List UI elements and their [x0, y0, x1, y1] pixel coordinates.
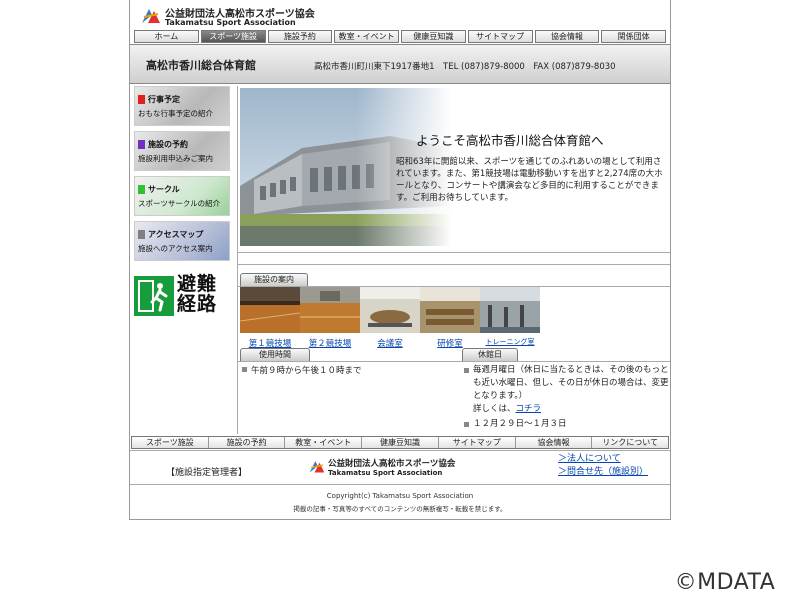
facility-arena-2[interactable]: 第２競技場 — [300, 287, 360, 349]
facility-label: 第２競技場 — [308, 339, 352, 349]
bullet-icon — [242, 367, 247, 372]
bottom-nav-about-links[interactable]: リンクについて — [592, 437, 669, 448]
nav-reservation[interactable]: 施設予約 — [267, 30, 333, 43]
meeting-room-photo — [360, 287, 420, 333]
welcome-text: 昭和63年に開館以来、スポーツを通じてのふれあいの場として利用されています。また… — [396, 157, 663, 203]
sidebar: 行事予定 おもな行事予定の紹介 施設の予約 施設利用申込みご案内 サークル スポ… — [134, 86, 232, 266]
holiday-new-year: １２月２９日〜１月３日 — [473, 419, 567, 429]
copy-notice-text: 掲載の記事・写真等のすべてのコンテンツの無断複写・転載を禁じます。 — [293, 505, 507, 513]
evacuation-route-label: 避難経路 — [177, 273, 218, 315]
sidebar-item-events[interactable]: 行事予定 おもな行事予定の紹介 — [134, 86, 230, 126]
nav-related-orgs[interactable]: 関係団体 — [601, 30, 666, 43]
green-square-icon — [138, 185, 145, 194]
arena-1-photo — [239, 287, 301, 333]
divider — [238, 361, 670, 362]
page-container: 公益財団法人高松市スポーツ協会 Takamatsu Sport Associat… — [129, 0, 671, 520]
designated-manager-label: 【施設指定管理者】 — [166, 468, 248, 478]
bullet-icon — [464, 368, 469, 373]
welcome-title: ようこそ高松市香川総合体育館へ — [416, 133, 604, 148]
association-logo-icon — [309, 461, 325, 473]
facility-label: 会議室 — [377, 339, 403, 349]
top-navigation: ホーム スポーツ施設 施設予約 教室・イベント 健康豆知識 サイトマップ 協会情… — [134, 30, 666, 43]
holiday-detail-link[interactable]: コチラ — [516, 404, 542, 414]
divider — [238, 264, 670, 265]
arena-2-photo — [300, 287, 360, 333]
purple-square-icon — [138, 140, 145, 149]
footer-links: ＞法人について ＞問合せ先（施設別） — [558, 453, 648, 479]
facility-label: トレーニング室 — [485, 338, 535, 346]
nav-sports-facilities[interactable]: スポーツ施設 — [200, 30, 266, 43]
red-square-icon — [138, 95, 145, 104]
sidebar-item-desc: おもな行事予定の紹介 — [138, 109, 213, 118]
facility-list: 第１競技場 第２競技場 会議室 研修室 トレーニング室 — [238, 287, 670, 349]
watermark: ©MDATA — [650, 566, 800, 600]
bottom-nav-sitemap[interactable]: サイトマップ — [438, 437, 516, 448]
sidebar-item-desc: 施設へのアクセス案内 — [138, 244, 213, 253]
nav-association-info[interactable]: 協会情報 — [534, 30, 600, 43]
footer-org-name: 公益財団法人高松市スポーツ協会 — [328, 459, 456, 469]
training-hall-photo — [420, 287, 480, 333]
facility-meeting-room[interactable]: 会議室 — [360, 287, 420, 349]
holiday-tab: 休館日 — [462, 348, 518, 361]
bullet-icon — [464, 422, 469, 427]
bottom-nav-association-info[interactable]: 協会情報 — [515, 437, 593, 448]
emergency-exit-icon — [134, 276, 174, 316]
association-logo-icon[interactable] — [140, 5, 162, 25]
training-room-photo — [480, 287, 540, 333]
divider — [238, 252, 670, 253]
facility-training-room[interactable]: トレーニング室 — [480, 287, 540, 346]
facility-training-hall[interactable]: 研修室 — [420, 287, 480, 349]
hours-tab: 使用時間 — [240, 348, 310, 361]
bottom-nav-reservation[interactable]: 施設の予約 — [208, 437, 286, 448]
sidebar-item-title: アクセスマップ — [148, 230, 204, 239]
about-corporation-link[interactable]: ＞法人について — [558, 454, 621, 464]
sidebar-item-desc: スポーツサークルの紹介 — [138, 199, 221, 208]
bottom-nav-classes-events[interactable]: 教室・イベント — [285, 437, 363, 448]
venue-name: 高松市香川総合体育館 — [146, 59, 256, 72]
bottom-navigation: スポーツ施設 施設の予約 教室・イベント 健康豆知識 サイトマップ 協会情報 リ… — [131, 436, 669, 449]
holiday-detail-prefix: 詳しくは、 — [473, 404, 516, 414]
welcome-section: ようこそ高松市香川総合体育館へ 昭和63年に開館以来、スポーツを通じてのふれあい… — [238, 86, 668, 248]
sidebar-item-title: サークル — [148, 185, 180, 194]
venue-title-bar: 高松市香川総合体育館 高松市香川町川東下1917番地1 TEL (087)879… — [130, 44, 670, 84]
hours-info: 午前９時から午後１０時まで — [242, 364, 362, 376]
sidebar-item-circles[interactable]: サークル スポーツサークルの紹介 — [134, 176, 230, 216]
sidebar-item-access-map[interactable]: アクセスマップ 施設へのアクセス案内 — [134, 221, 230, 261]
venue-address: 高松市香川町川東下1917番地1 TEL (087)879-8000 FAX (… — [314, 62, 616, 72]
org-name-en: Takamatsu Sport Association — [165, 18, 296, 27]
nav-home[interactable]: ホーム — [134, 30, 199, 43]
sidebar-item-reservation[interactable]: 施設の予約 施設利用申込みご案内 — [134, 131, 230, 171]
footer-org-name-en: Takamatsu Sport Association — [328, 469, 443, 477]
evacuation-route-link[interactable]: 避難経路 — [134, 274, 232, 318]
facility-guide-tab: 施設の案内 — [240, 273, 308, 286]
hours-value: 午前９時から午後１０時まで — [251, 366, 362, 376]
bottom-nav-health-tips[interactable]: 健康豆知識 — [362, 437, 439, 448]
site-header: 公益財団法人高松市スポーツ協会 Takamatsu Sport Associat… — [130, 0, 670, 30]
gray-square-icon — [138, 230, 145, 239]
sidebar-item-desc: 施設利用申込みご案内 — [138, 154, 213, 163]
nav-classes-events[interactable]: 教室・イベント — [334, 30, 399, 43]
contact-by-facility-link[interactable]: ＞問合せ先（施設別） — [558, 467, 648, 477]
sidebar-item-title: 施設の予約 — [148, 140, 188, 149]
main-content: ようこそ高松市香川総合体育館へ 昭和63年に開館以来、スポーツを通じてのふれあい… — [237, 86, 670, 434]
holiday-info: 毎週月曜日（休日に当たるときは、その後のもっとも近い水曜日、但し、その日が休日の… — [464, 364, 669, 431]
divider — [130, 484, 670, 485]
nav-health-tips[interactable]: 健康豆知識 — [401, 30, 466, 43]
copyright-text: Copyright(c) Takamatsu Sport Association — [326, 492, 474, 500]
facility-arena-1[interactable]: 第１競技場 — [239, 287, 301, 349]
bottom-nav-sports-facilities[interactable]: スポーツ施設 — [132, 437, 209, 448]
site-footer: 【施設指定管理者】 公益財団法人高松市スポーツ協会 Takamatsu Spor… — [130, 450, 670, 520]
nav-sitemap[interactable]: サイトマップ — [467, 30, 533, 43]
holiday-regular: 毎週月曜日（休日に当たるときは、その後のもっとも近い水曜日、但し、その日が休日の… — [473, 365, 669, 401]
sidebar-item-title: 行事予定 — [148, 95, 180, 104]
